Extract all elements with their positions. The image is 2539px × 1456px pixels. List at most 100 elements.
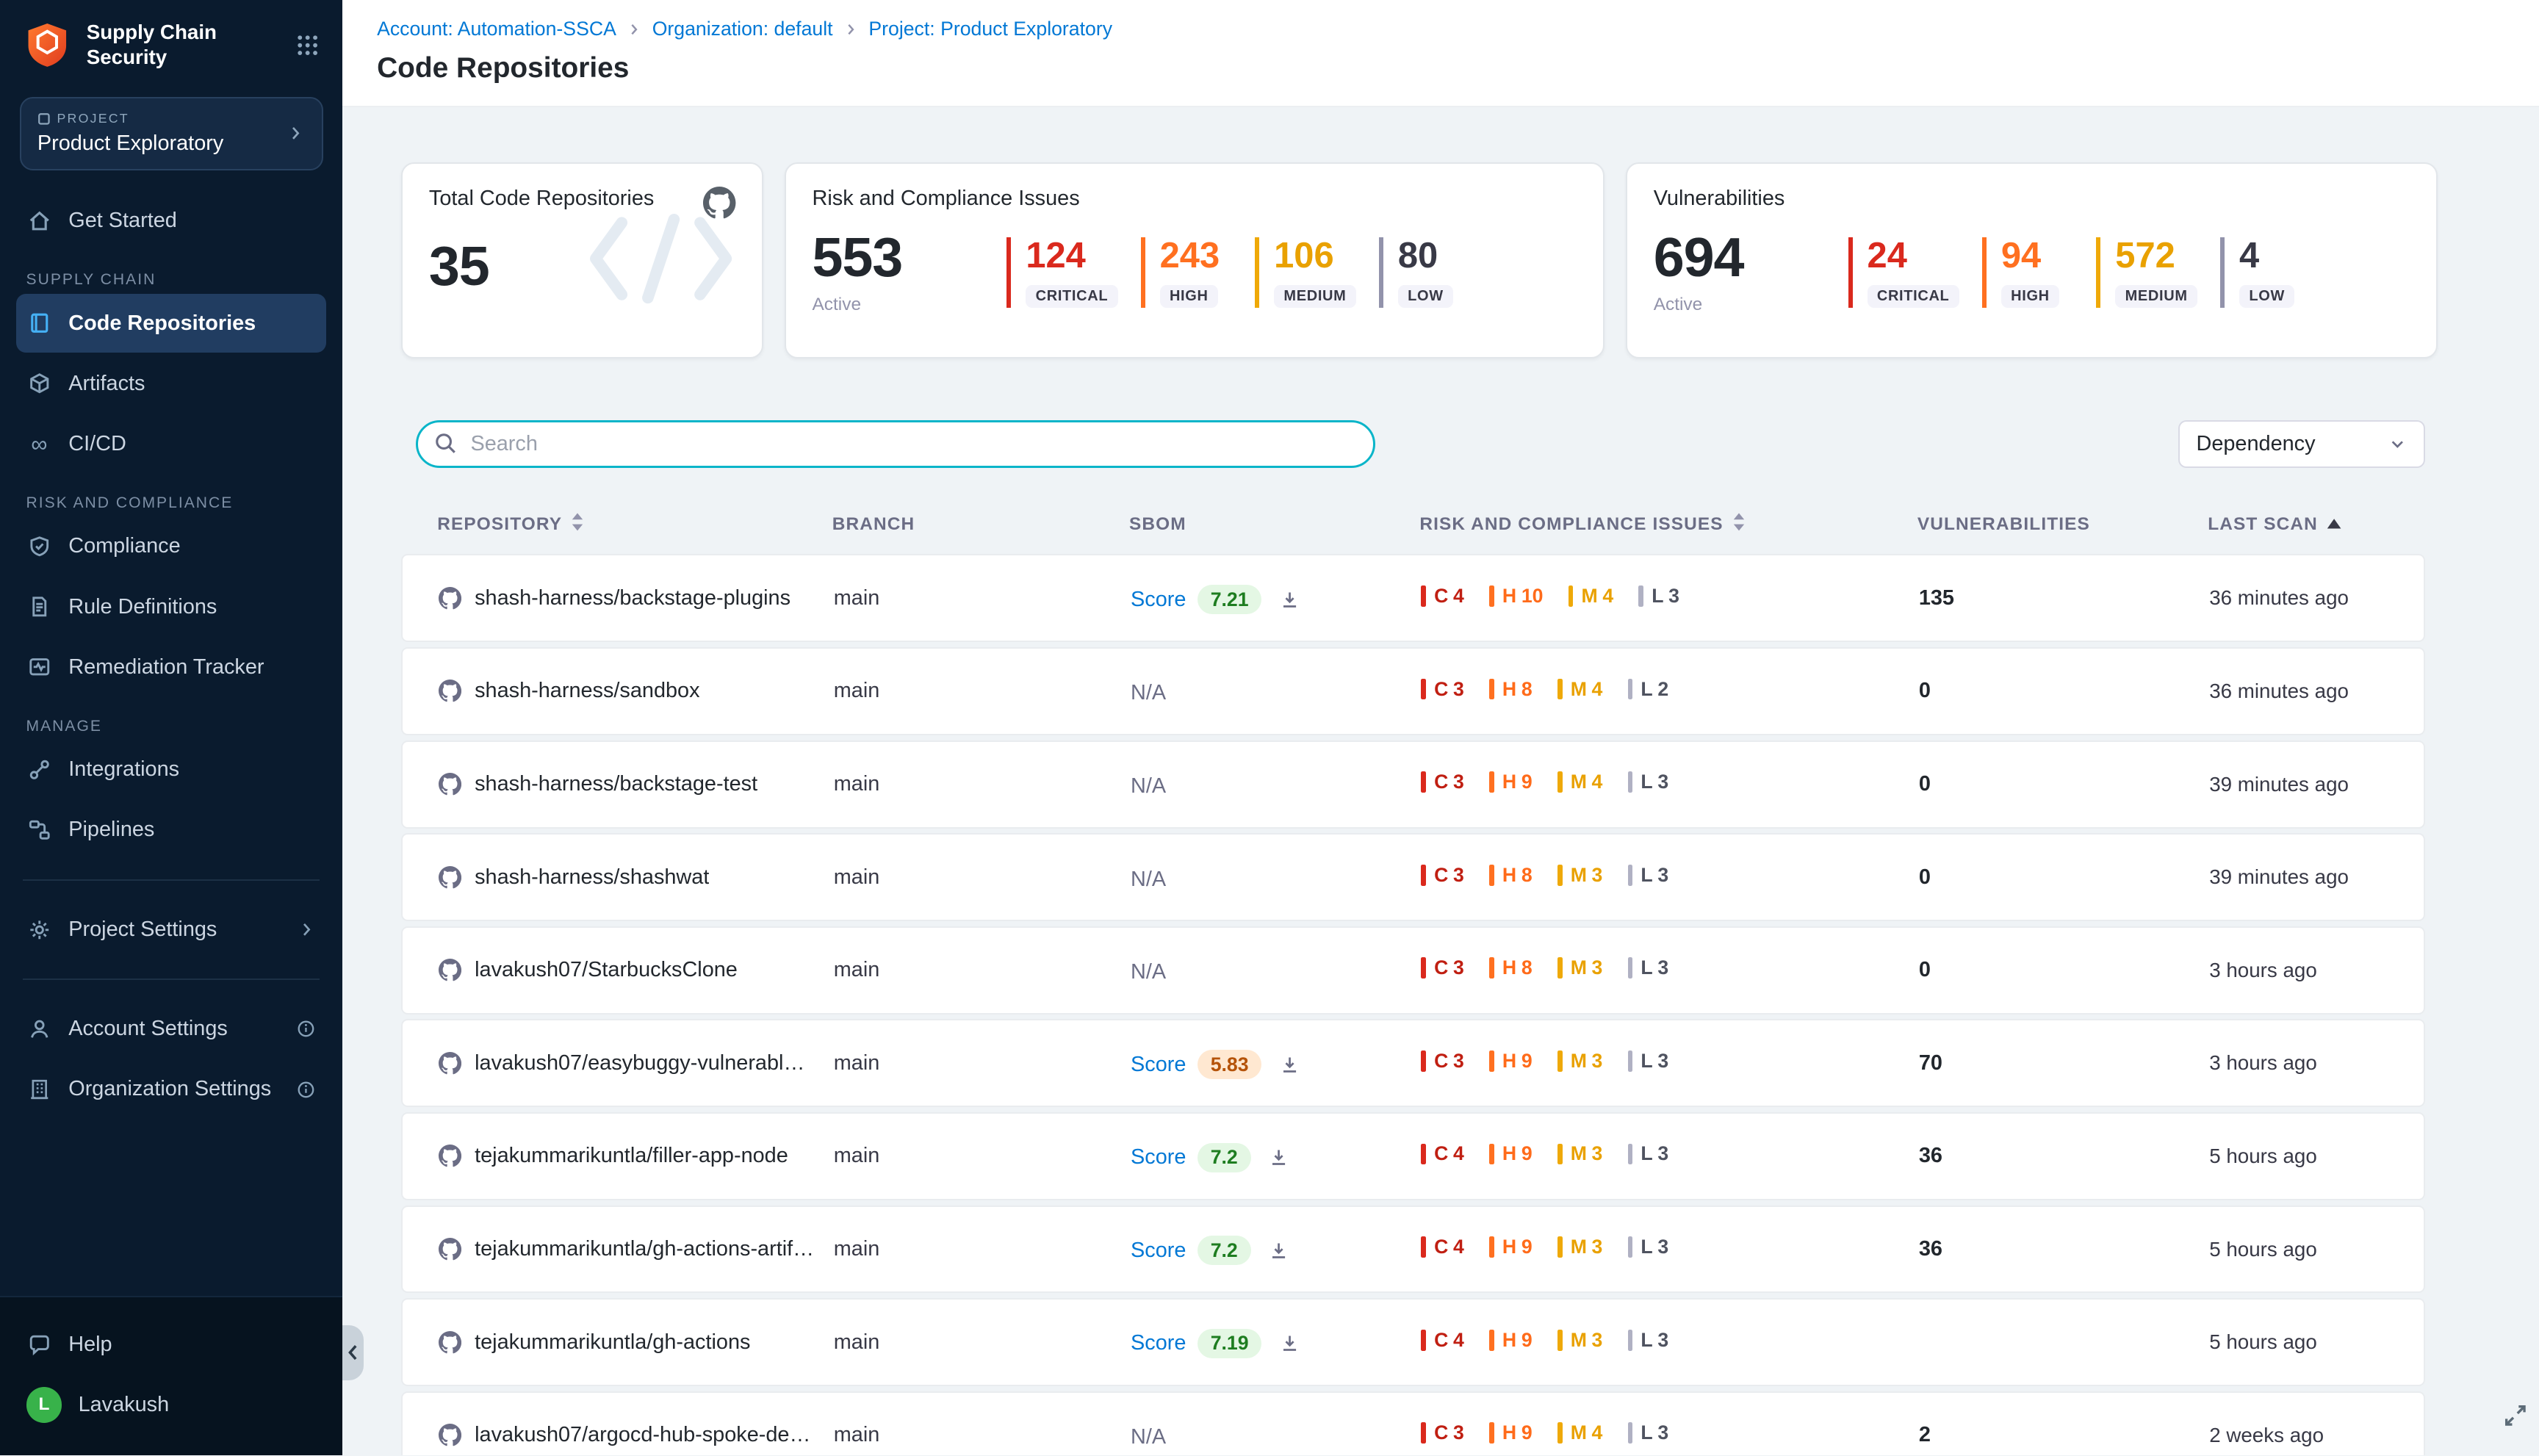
repository-name[interactable]: shash-harness/shashwat [475,865,709,890]
table-row[interactable]: tejakummarikuntla/filler-app-node main S… [401,1112,2424,1200]
sbom-cell: N/A [1131,1420,1421,1450]
resize-widget-icon[interactable] [2502,1402,2529,1430]
sidebar-item-remediation-tracker[interactable]: Remediation Tracker [16,638,326,696]
repository-name[interactable]: lavakush07/StarbucksClone [475,958,738,982]
download-sbom-icon[interactable] [1267,1146,1290,1169]
repository-cell[interactable]: lavakush07/StarbucksClone [439,958,834,982]
critical-count: C3 [1421,1421,1463,1444]
sbom-score-link[interactable]: Score [1131,1053,1186,1077]
sort-icon[interactable] [1732,511,1746,538]
sidebar-collapse-handle[interactable] [342,1325,364,1381]
repository-name[interactable]: tejakummarikuntla/gh-actions-artifacts [475,1237,814,1261]
last-scan: 2 weeks ago [2209,1424,2426,1447]
repository-cell[interactable]: shash-harness/sandbox [439,679,834,703]
sidebar-item-compliance[interactable]: Compliance [16,517,326,576]
repository-name[interactable]: lavakush07/easybuggy-vulnerable-app... [475,1051,814,1075]
table-row[interactable]: lavakush07/StarbucksClone main N/A C3 H8… [401,926,2424,1014]
repository-name[interactable]: shash-harness/backstage-plugins [475,586,790,610]
table-row[interactable]: tejakummarikuntla/gh-actions main Score … [401,1298,2424,1386]
dependency-filter-select[interactable]: Dependency [2178,420,2424,467]
table-row[interactable]: shash-harness/sandbox main N/A C3 H8 M4 … [401,647,2424,735]
sidebar-item-integrations[interactable]: Integrations [16,740,326,799]
medium-count: M3 [1557,1236,1602,1258]
main-content: Account: Automation-SSCA Organization: d… [342,0,2539,1455]
severity-stat: 94 HIGH [1982,237,2073,308]
info-icon[interactable] [295,1018,317,1039]
sort-icon[interactable] [570,511,585,538]
project-selector[interactable]: PROJECT Product Exploratory [20,97,323,170]
low-count: L3 [1638,585,1679,608]
breadcrumb-account-link[interactable]: Account: Automation-SSCA [377,18,616,40]
sort-ascending-icon[interactable] [2326,514,2342,535]
table-row[interactable]: lavakush07/easybuggy-vulnerable-app... m… [401,1019,2424,1107]
sbom-cell: N/A [1131,676,1421,706]
medium-count: M3 [1557,1050,1602,1073]
column-repository[interactable]: REPOSITORY [437,511,832,538]
sbom-score-link[interactable]: Score [1131,588,1186,612]
risk-compliance-cell: C4 H9 M3 L3 [1421,1327,1918,1358]
sbom-score-link[interactable]: Score [1131,1331,1186,1355]
severity-stat: 24 CRITICAL [1848,237,1959,308]
table-row[interactable]: lavakush07/argocd-hub-spoke-demo main N/… [401,1391,2424,1456]
table-row[interactable]: shash-harness/backstage-test main N/A C3… [401,740,2424,829]
repository-cell[interactable]: lavakush07/argocd-hub-spoke-demo [439,1423,834,1447]
repository-cell[interactable]: tejakummarikuntla/filler-app-node [439,1144,834,1168]
repository-name[interactable]: shash-harness/sandbox [475,679,699,703]
table-row[interactable]: shash-harness/shashwat main N/A C3 H8 M3… [401,833,2424,921]
github-icon [439,587,461,610]
column-branch: BRANCH [832,514,1129,535]
sidebar-item-organization-settings[interactable]: Organization Settings [16,1060,326,1119]
search-input[interactable] [416,420,1375,467]
section-manage: MANAGE [26,718,343,735]
repository-name[interactable]: tejakummarikuntla/gh-actions [475,1330,750,1355]
sidebar-item-help[interactable]: Help [16,1315,326,1374]
sbom-not-available: N/A [1131,868,1166,891]
download-sbom-icon[interactable] [1267,1239,1290,1262]
repository-name[interactable]: tejakummarikuntla/filler-app-node [475,1144,788,1168]
user-menu[interactable]: L Lavakush [16,1375,326,1434]
sidebar-item-get-started[interactable]: Get Started [16,192,326,251]
download-sbom-icon[interactable] [1278,588,1301,611]
sidebar-item-project-settings[interactable]: Project Settings [16,900,326,959]
document-icon [26,594,53,620]
sbom-score: Score 7.21 [1131,585,1301,614]
pipelines-icon [26,817,53,843]
last-scan: 5 hours ago [2209,1145,2426,1168]
table-row[interactable]: tejakummarikuntla/gh-actions-artifacts m… [401,1205,2424,1294]
column-risk-compliance[interactable]: RISK AND COMPLIANCE ISSUES [1419,511,1917,538]
repository-cell[interactable]: shash-harness/shashwat [439,865,834,890]
sidebar-item-cicd[interactable]: ∞ CI/CD [16,414,326,473]
severity-stat: 124 CRITICAL [1006,237,1117,308]
shield-check-icon [26,533,53,560]
severity-stat: 4 LOW [2220,237,2311,308]
sbom-score-link[interactable]: Score [1131,1145,1186,1170]
critical-count: C4 [1421,1142,1463,1165]
repository-cell[interactable]: shash-harness/backstage-test [439,772,834,796]
low-count: L3 [1628,956,1669,979]
repository-cell[interactable]: tejakummarikuntla/gh-actions [439,1330,834,1355]
download-sbom-icon[interactable] [1278,1332,1301,1355]
repository-cell[interactable]: shash-harness/backstage-plugins [439,586,834,610]
sbom-score: Score 5.83 [1131,1050,1301,1079]
sidebar-item-label: Pipelines [68,818,154,842]
repository-name[interactable]: lavakush07/argocd-hub-spoke-demo [475,1423,814,1447]
sidebar-item-rule-definitions[interactable]: Rule Definitions [16,577,326,636]
last-scan: 5 hours ago [2209,1330,2426,1354]
module-switcher-icon[interactable] [295,33,320,57]
high-count: H9 [1489,1421,1532,1444]
sbom-score-link[interactable]: Score [1131,1239,1186,1263]
download-sbom-icon[interactable] [1278,1053,1301,1076]
breadcrumb-organization-link[interactable]: Organization: default [652,18,833,40]
last-scan: 5 hours ago [2209,1238,2426,1261]
breadcrumb-project-link[interactable]: Project: Product Exploratory [868,18,1112,40]
info-icon[interactable] [295,1079,317,1100]
table-row[interactable]: shash-harness/backstage-plugins main Sco… [401,554,2424,642]
sidebar-item-artifacts[interactable]: Artifacts [16,354,326,413]
sidebar-item-code-repositories[interactable]: Code Repositories [16,294,326,353]
sidebar-item-pipelines[interactable]: Pipelines [16,801,326,859]
repository-cell[interactable]: tejakummarikuntla/gh-actions-artifacts [439,1237,834,1261]
column-last-scan[interactable]: LAST SCAN [2208,514,2424,535]
sidebar-item-account-settings[interactable]: Account Settings [16,1000,326,1059]
repository-name[interactable]: shash-harness/backstage-test [475,772,757,796]
repository-cell[interactable]: lavakush07/easybuggy-vulnerable-app... [439,1051,834,1075]
